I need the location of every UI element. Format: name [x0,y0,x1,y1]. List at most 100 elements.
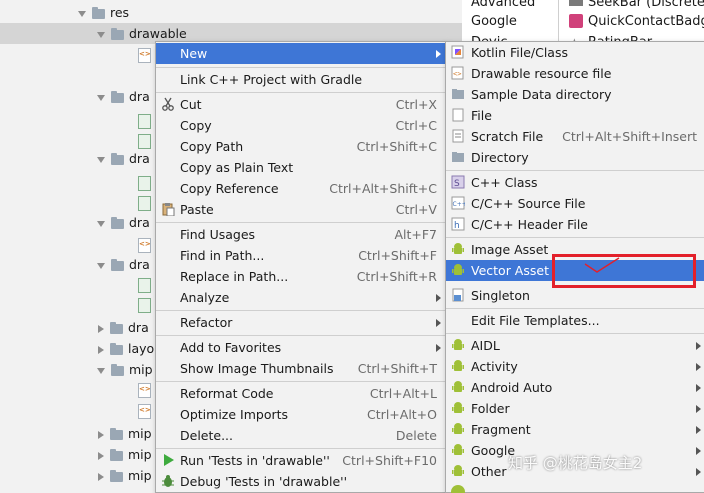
menu-item-link-cpp-project[interactable]: Link C++ Project with Gradle [156,69,445,90]
menu-item-new[interactable]: New [156,43,445,64]
checkmark-annotation-icon [584,257,620,273]
expand-arrow-icon[interactable] [97,220,105,227]
submenu-arrow-icon [436,344,441,352]
collapse-arrow-icon[interactable] [98,324,104,333]
menu-item-copy[interactable]: Copy Ctrl+C [156,115,445,136]
menu-item-reformat-code[interactable]: Reformat Code Ctrl+Alt+L [156,383,445,404]
folder-icon [110,469,123,482]
expand-arrow-icon[interactable] [97,262,105,269]
expand-arrow-icon[interactable] [97,156,105,163]
tree-node-mipmap[interactable]: mip [97,444,152,465]
submenu-item-folder[interactable]: Folder [446,398,704,419]
tree-node-folder[interactable]: dra [97,254,150,275]
menu-item-copy-plain-text[interactable]: Copy as Plain Text [156,157,445,178]
menu-item-optimize-imports[interactable]: Optimize Imports Ctrl+Alt+O [156,404,445,425]
submenu-item-cpp-source-file[interactable]: C++ C/C++ Source File [446,193,704,214]
expand-arrow-icon[interactable] [97,367,105,374]
svg-text:h: h [454,221,460,231]
expand-arrow-icon[interactable] [78,10,86,17]
image-file-icon[interactable] [138,134,151,149]
tree-node-res[interactable]: res [78,2,129,23]
tree-node-mipmap[interactable]: mip [97,423,152,444]
android-icon [452,360,464,371]
submenu-item-sample-data-directory[interactable]: Sample Data directory [446,84,704,105]
submenu-item-singleton[interactable]: Singleton [446,285,704,306]
android-icon [452,264,464,275]
tree-node-folder[interactable]: dra [97,148,150,169]
submenu-item-edit-file-templates[interactable]: Edit File Templates... [446,310,704,331]
collapse-arrow-icon[interactable] [98,472,104,481]
submenu-item-activity[interactable]: Activity [446,356,704,377]
submenu-item-fragment[interactable]: Fragment [446,419,704,440]
submenu-item-kotlin-file[interactable]: Kotlin File/Class [446,42,704,63]
image-file-icon[interactable] [138,298,151,313]
image-file-icon[interactable] [138,176,151,191]
menu-item-copy-reference[interactable]: Copy Reference Ctrl+Alt+Shift+C [156,178,445,199]
menu-item-find-usages[interactable]: Find Usages Alt+F7 [156,224,445,245]
menu-item-replace-in-path[interactable]: Replace in Path... Ctrl+Shift+R [156,266,445,287]
xml-file-icon: <> [451,66,464,80]
tree-node-folder[interactable]: dra [97,86,150,107]
menu-separator [156,448,445,449]
submenu-item-scratch-file[interactable]: Scratch File Ctrl+Alt+Shift+Insert [446,126,704,147]
menu-item-debug-tests[interactable]: Debug 'Tests in 'drawable'' [156,471,445,492]
tree-node-label: mip [128,447,152,462]
palette-widget-quickcontactbadge[interactable]: QuickContactBadge [588,11,704,32]
collapse-arrow-icon[interactable] [98,451,104,460]
menu-item-show-image-thumbnails[interactable]: Show Image Thumbnails Ctrl+Shift+T [156,358,445,379]
submenu-item-directory[interactable]: Directory [446,147,704,168]
folder-icon [452,89,464,99]
expand-arrow-icon[interactable] [97,94,105,101]
menu-item-analyze[interactable]: Analyze [156,287,445,308]
menu-item-add-to-favorites[interactable]: Add to Favorites [156,337,445,358]
image-file-icon[interactable] [138,278,151,293]
folder-icon [110,448,123,461]
image-file-icon[interactable] [138,196,151,211]
menu-item-cut[interactable]: Cut Ctrl+X [156,94,445,115]
menu-item-refactor[interactable]: Refactor [156,312,445,333]
xml-file-icon[interactable] [138,48,151,63]
image-file-icon[interactable] [138,114,151,129]
expand-arrow-icon[interactable] [97,31,105,38]
java-class-icon [452,288,464,302]
menu-item-copy-path[interactable]: Copy Path Ctrl+Shift+C [156,136,445,157]
tree-node-label: drawable [129,26,187,41]
tree-node-mipmap[interactable]: mip [97,359,153,380]
android-icon [451,485,465,493]
submenu-arrow-icon [696,468,701,476]
tree-node-label: res [110,5,130,20]
tree-node-label: dra [129,89,150,104]
tree-node-mipmap[interactable]: mip [97,465,152,486]
menu-item-find-in-path[interactable]: Find in Path... Ctrl+Shift+F [156,245,445,266]
tree-node-label: dra [129,215,150,230]
submenu-item-drawable-resource-file[interactable]: <> Drawable resource file [446,63,704,84]
xml-file-icon[interactable] [138,404,151,419]
tree-node-layout[interactable]: layo [97,338,154,359]
svg-text:C++: C++ [453,201,466,208]
submenu-arrow-icon [696,447,701,455]
submenu-item-cpp-class[interactable]: S C++ Class [446,172,704,193]
android-icon [452,339,464,350]
collapse-arrow-icon[interactable] [98,345,104,354]
file-icon [452,108,464,122]
xml-file-icon[interactable] [138,383,151,398]
submenu-item-aidl[interactable]: AIDL [446,335,704,356]
android-icon [452,423,464,434]
menu-separator [446,170,704,171]
menu-separator [156,67,445,68]
menu-item-paste[interactable]: Paste Ctrl+V [156,199,445,220]
menu-separator [156,222,445,223]
menu-item-delete[interactable]: Delete... Delete [156,425,445,446]
xml-file-icon[interactable] [138,238,151,253]
cpp-source-icon: C++ [451,196,465,210]
menu-item-run-tests[interactable]: Run 'Tests in 'drawable'' Ctrl+Shift+F10 [156,450,445,471]
folder-icon [452,152,464,162]
submenu-item-android-auto[interactable]: Android Auto [446,377,704,398]
palette-category-google[interactable]: Google [471,11,517,32]
submenu-item-file[interactable]: File [446,105,704,126]
tree-node-folder[interactable]: dra [97,212,150,233]
collapse-arrow-icon[interactable] [98,430,104,439]
submenu-item-cpp-header-file[interactable]: h C/C++ Header File [446,214,704,235]
folder-icon [110,427,123,440]
tree-node-folder[interactable]: dra [97,317,149,338]
